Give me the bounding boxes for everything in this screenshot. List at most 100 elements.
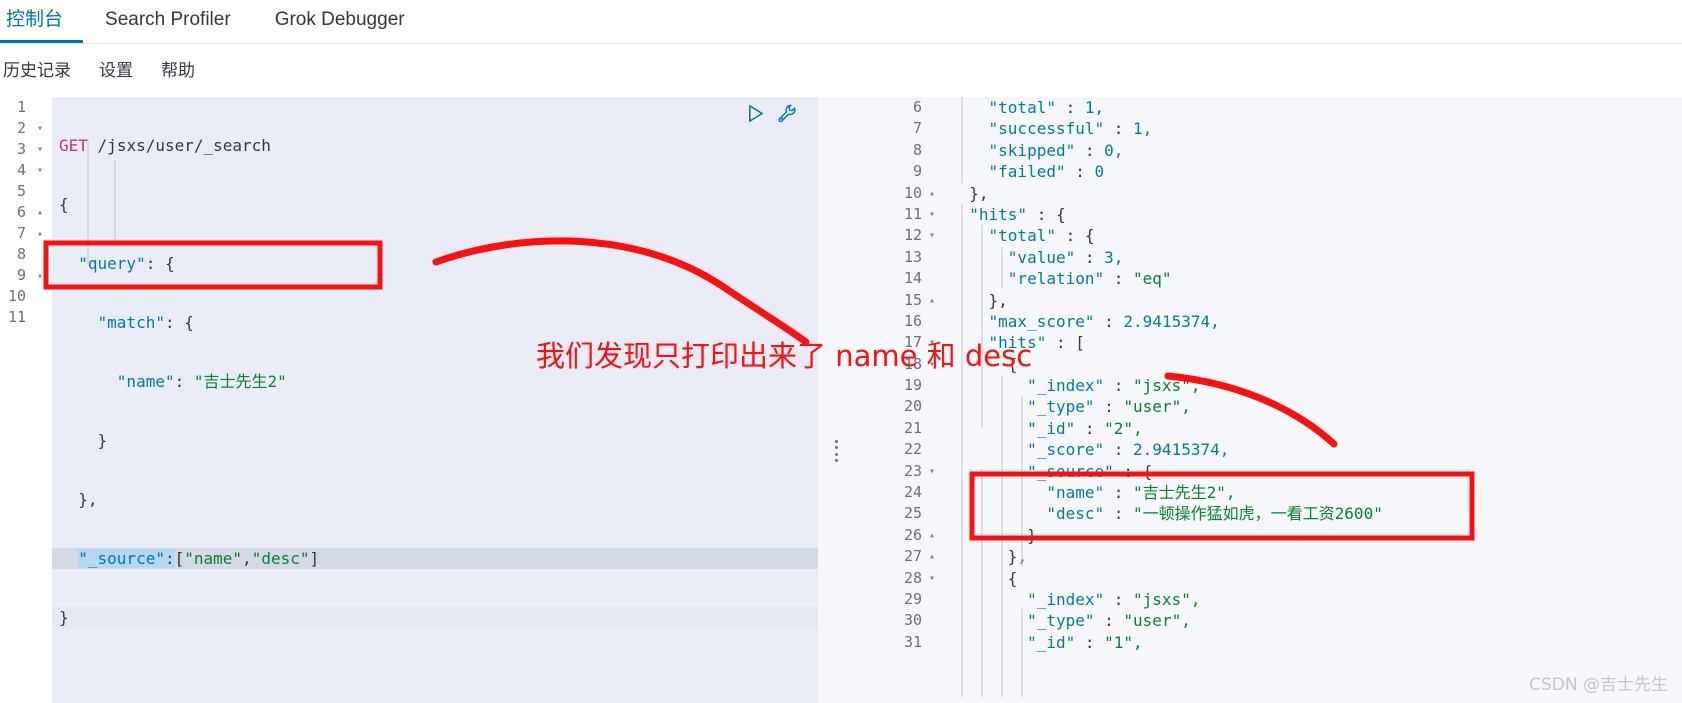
json-separator: : [1094, 397, 1124, 417]
line-number: 10 [7, 287, 26, 305]
menu-item-settings[interactable]: 设置 [99, 61, 133, 81]
fold-toggle[interactable]: ▾ [34, 160, 46, 181]
json-value: 3, [1104, 247, 1124, 267]
code-token: "_source" [78, 549, 165, 568]
wrench-icon[interactable] [777, 103, 798, 124]
response-gutter-line: 26 ▴ [858, 525, 946, 546]
menu-item-help-label: 帮助 [161, 60, 195, 80]
code-token: "desc" [251, 549, 310, 568]
response-code-line: "_type" : "user", [946, 610, 1682, 631]
fold-toggle[interactable]: ▾ [34, 139, 46, 160]
fold-toggle[interactable]: ▾ [926, 568, 938, 589]
fold-toggle[interactable]: ▴ [926, 546, 938, 567]
response-code-line: "total" : { [946, 225, 1682, 246]
line-number: 13 [903, 247, 922, 266]
json-key: "_index" [1027, 589, 1105, 609]
tab-search-profiler[interactable]: Search Profiler [83, 0, 253, 42]
json-value: [ [1075, 333, 1085, 353]
code-token: "吉士先生2" [193, 372, 287, 391]
line-number: 12 [903, 226, 922, 245]
annotation-note: 我们发现只打印出来了 name 和 desc [536, 339, 1033, 373]
response-code-line: { [946, 354, 1682, 375]
line-number: 10 [903, 183, 922, 202]
response-code-line: "relation" : "eq" [946, 268, 1682, 289]
response-gutter-line: 25 [858, 503, 946, 524]
response-code-line: "_index" : "jsxs", [946, 589, 1682, 610]
code-token: "name" [116, 372, 175, 391]
line-number: 8 [16, 245, 26, 263]
splitter-grip-icon[interactable] [835, 440, 840, 462]
response-gutter-line: 24 [858, 482, 946, 503]
tab-console-label: 控制台 [6, 9, 64, 30]
gutter-line: 4 ▾ [0, 160, 52, 181]
code-token: , [242, 549, 252, 568]
json-separator: : [1075, 140, 1105, 160]
fold-toggle[interactable]: ▴ [926, 183, 938, 204]
tab-search-profiler-label: Search Profiler [105, 9, 231, 30]
line-number: 5 [16, 182, 26, 200]
tab-console[interactable]: 控制台 [0, 0, 84, 43]
json-value: "吉士先生2", [1133, 483, 1236, 503]
code-line-3: "query": { [52, 253, 818, 274]
code-token: : { [145, 254, 175, 273]
fold-toggle[interactable]: ▾ [926, 461, 938, 482]
response-gutter-line: 7 [858, 118, 946, 139]
line-number: 24 [903, 483, 922, 502]
menu-item-history[interactable]: 历史记录 [3, 61, 71, 81]
request-editor-pane[interactable]: 1 2 ▾ 3 ▾ 4 ▾ 5 6 ▴ 7 ▴ 8 9 ▴ 10 11 GET /jsxs/… [0, 97, 818, 703]
json-value: "jsxs", [1133, 589, 1201, 609]
json-value: 0, [1104, 140, 1124, 160]
gutter-line: 8 [0, 244, 52, 265]
response-code-line: "_score" : 2.9415374, [946, 439, 1682, 460]
fold-toggle[interactable]: ▴ [926, 290, 938, 311]
play-icon[interactable] [746, 104, 765, 123]
response-gutter-line: 27 ▴ [858, 546, 946, 567]
response-code-line: "hits" : [ [946, 332, 1682, 353]
json-value: 2.9415374, [1133, 440, 1230, 460]
fold-toggle[interactable]: ▴ [34, 223, 46, 244]
line-number: 7 [16, 224, 26, 242]
line-number: 29 [903, 589, 922, 608]
response-code-line: }, [946, 183, 1682, 204]
json-separator: : [1055, 226, 1085, 246]
json-key: "_score" [1027, 440, 1105, 460]
response-code-line: { [946, 568, 1682, 589]
fold-toggle[interactable]: ▾ [34, 118, 46, 139]
json-value: }, [1007, 547, 1028, 567]
json-separator: : [1104, 440, 1134, 460]
fold-toggle[interactable]: ▴ [926, 525, 938, 546]
code-line-2: { [52, 194, 818, 215]
json-separator: : [1104, 376, 1134, 396]
response-code-line: "_source" : { [946, 461, 1682, 482]
line-number: 22 [903, 440, 922, 459]
code-line-9: } [52, 607, 818, 628]
response-gutter: 6 7 8 9 10 ▴ 11 ▾ 12 ▾ 13 14 15 ▴ 16 17 ▾ 18 ▾ 19 20 21 22 23 ▾ 2… [858, 97, 946, 703]
json-separator: : [1104, 589, 1134, 609]
fold-toggle[interactable]: ▴ [34, 202, 46, 223]
fold-toggle[interactable]: ▾ [926, 225, 938, 246]
line-number: 6 [912, 98, 922, 116]
gutter-line: 7 ▴ [0, 223, 52, 244]
line-number: 15 [903, 290, 922, 309]
json-value: { [1055, 204, 1066, 224]
json-separator: : [1075, 418, 1105, 438]
response-code-line: "successful" : 1, [946, 118, 1682, 139]
menu-item-help[interactable]: 帮助 [161, 61, 195, 81]
code-token: : [174, 372, 194, 391]
fold-toggle[interactable]: ▴ [34, 265, 46, 286]
code-line-4: "match": { [52, 312, 818, 333]
json-key: "name" [1046, 483, 1105, 503]
json-value: "jsxs", [1133, 376, 1201, 396]
fold-toggle[interactable]: ▾ [926, 204, 938, 225]
json-key: "desc" [1046, 504, 1105, 524]
line-number: 9 [912, 162, 922, 181]
response-code-line: }, [946, 290, 1682, 311]
response-gutter-line: 20 [858, 396, 946, 417]
response-gutter-line: 9 [858, 161, 946, 182]
line-number: 3 [16, 140, 26, 158]
pane-splitter[interactable] [818, 97, 858, 703]
json-key: "_index" [1027, 376, 1105, 396]
response-pane[interactable]: 6 7 8 9 10 ▴ 11 ▾ 12 ▾ 13 14 15 ▴ 16 17 ▾ 18 ▾ 19 20 21 22 23 ▾ 2… [858, 97, 1682, 703]
tab-grok-debugger[interactable]: Grok Debugger [253, 0, 427, 42]
request-editor-code[interactable]: GET /jsxs/user/_search { "query": { "mat… [52, 97, 818, 703]
